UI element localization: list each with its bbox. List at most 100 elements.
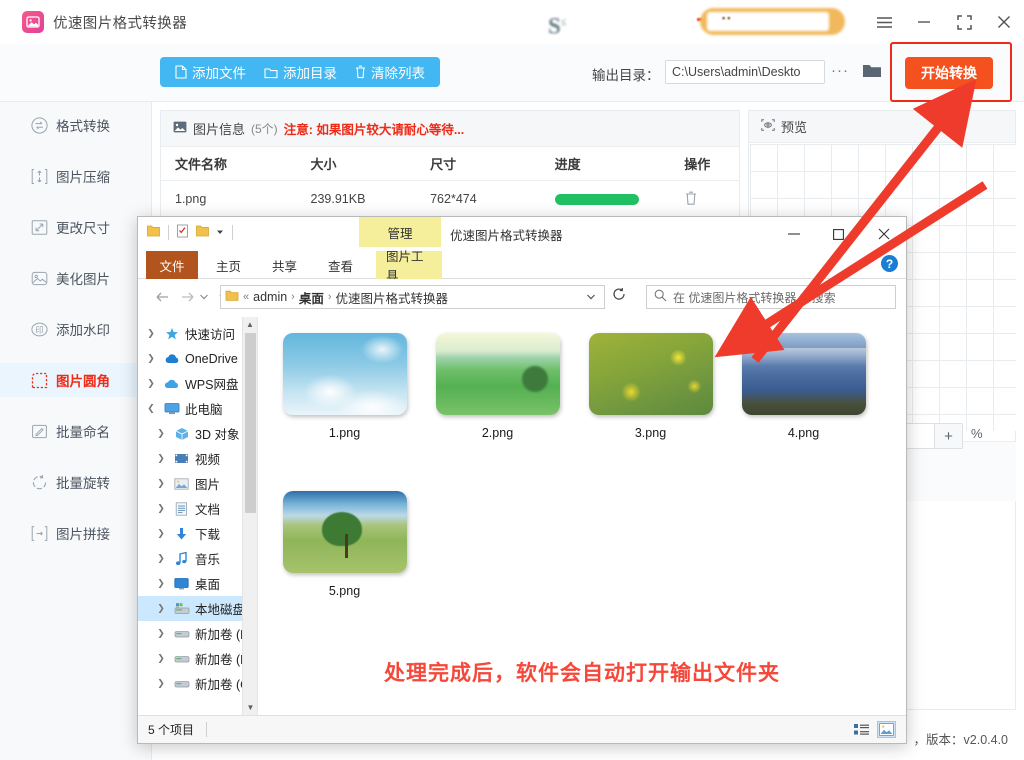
chevron-right-icon[interactable]: ❯ bbox=[154, 503, 168, 514]
file-tile-3[interactable]: 3.png bbox=[574, 323, 727, 481]
new-folder-icon[interactable] bbox=[195, 224, 210, 241]
chevron-down-icon[interactable]: ❮ bbox=[144, 403, 158, 414]
output-dir-input[interactable]: C:\Users\admin\Deskto bbox=[665, 60, 825, 84]
minimize-icon[interactable] bbox=[771, 217, 816, 251]
chevron-right-icon[interactable]: ❯ bbox=[144, 353, 158, 364]
sidebar-item-batch-rename[interactable]: 批量命名 bbox=[0, 414, 152, 448]
clear-list-button[interactable]: 清除列表 bbox=[346, 62, 434, 82]
tab-file[interactable]: 文件 bbox=[146, 251, 198, 279]
nav-item-this-pc[interactable]: ❮ 此电脑 bbox=[138, 396, 257, 421]
folder-icon[interactable] bbox=[146, 224, 161, 241]
nav-item-3d-objects[interactable]: ❯ 3D 对象 bbox=[138, 421, 257, 446]
file-thumbnail bbox=[589, 333, 713, 415]
tab-view[interactable]: 查看 bbox=[318, 251, 363, 279]
sidebar-item-compress[interactable]: 图片压缩 bbox=[0, 159, 152, 193]
chevron-right-icon[interactable]: ❯ bbox=[144, 328, 158, 339]
breadcrumb-current-folder[interactable]: 优速图片格式转换器 bbox=[336, 288, 449, 307]
nav-item-wps-cloud[interactable]: ❯ WPS网盘 bbox=[138, 371, 257, 396]
explorer-status-bar: 5 个项目 bbox=[138, 715, 906, 743]
chevron-right-icon[interactable]: ❯ bbox=[144, 378, 158, 389]
scrollbar-thumb[interactable] bbox=[245, 333, 256, 513]
nav-item-music[interactable]: ❯ 音乐 bbox=[138, 546, 257, 571]
forward-arrow-icon[interactable] bbox=[178, 287, 198, 307]
close-icon[interactable] bbox=[984, 0, 1024, 44]
chevron-right-icon[interactable]: ❯ bbox=[154, 678, 168, 689]
maximize-icon[interactable] bbox=[816, 217, 861, 251]
nav-item-quick-access[interactable]: ❯ 快速访问 bbox=[138, 321, 257, 346]
sidebar-item-resize[interactable]: 更改尺寸 bbox=[0, 210, 152, 244]
sidebar-item-format-convert[interactable]: 格式转换 bbox=[0, 108, 152, 142]
file-tile-1[interactable]: 1.png bbox=[268, 323, 421, 481]
radius-increase-button[interactable]: + bbox=[934, 424, 962, 448]
breadcrumb-admin[interactable]: admin bbox=[253, 290, 287, 304]
sidebar-item-rounded-corner[interactable]: 图片圆角 bbox=[0, 363, 152, 397]
nav-item-onedrive[interactable]: ❯ OneDrive bbox=[138, 346, 257, 371]
nav-item-volume-e[interactable]: ❯ 新加卷 (E:) bbox=[138, 621, 257, 646]
menu-icon[interactable] bbox=[864, 0, 904, 44]
nav-item-documents[interactable]: ❯ 文档 bbox=[138, 496, 257, 521]
breadcrumb-desktop[interactable]: 桌面 bbox=[299, 288, 324, 307]
output-dir-more-button[interactable]: ··· bbox=[831, 62, 849, 79]
nav-item-local-disk-c[interactable]: ❯ 本地磁盘 (C bbox=[138, 596, 257, 621]
sidebar-item-watermark[interactable]: 印 添加水印 bbox=[0, 312, 152, 346]
nav-scrollbar[interactable]: ▲ ▼ bbox=[242, 317, 257, 715]
chevron-right-icon[interactable]: ❯ bbox=[154, 653, 168, 664]
file-tile-2[interactable]: 2.png bbox=[421, 323, 574, 481]
chevron-down-icon[interactable] bbox=[861, 257, 873, 271]
properties-icon[interactable] bbox=[176, 224, 190, 241]
nav-item-volume-g[interactable]: ❯ 新加卷 (G:) bbox=[138, 671, 257, 696]
documents-icon bbox=[173, 502, 190, 516]
nav-item-desktop[interactable]: ❯ 桌面 bbox=[138, 571, 257, 596]
chevron-right-icon[interactable]: ❯ bbox=[154, 528, 168, 539]
trash-icon[interactable] bbox=[684, 195, 698, 209]
cloud-icon bbox=[163, 353, 180, 365]
chevron-right-icon[interactable]: ❯ bbox=[154, 603, 168, 614]
tab-share[interactable]: 共享 bbox=[262, 251, 307, 279]
drive-icon bbox=[173, 653, 190, 665]
nav-item-volume-f[interactable]: ❯ 新加卷 (F:) bbox=[138, 646, 257, 671]
chevron-down-icon[interactable] bbox=[215, 226, 225, 240]
tab-picture-tools[interactable]: 图片工具 bbox=[376, 251, 442, 279]
file-tile-5[interactable]: 5.png bbox=[268, 481, 421, 639]
file-tile-4[interactable]: 4.png bbox=[727, 323, 880, 481]
nav-item-videos[interactable]: ❯ 视频 bbox=[138, 446, 257, 471]
rename-icon bbox=[30, 422, 48, 440]
help-icon[interactable]: ? bbox=[881, 255, 898, 272]
search-input[interactable]: 在 优速图片格式转换器 中搜索 bbox=[646, 285, 896, 309]
percent-label: % bbox=[971, 426, 983, 441]
scroll-down-arrow-icon[interactable]: ▼ bbox=[243, 700, 258, 715]
chevron-down-icon[interactable] bbox=[582, 290, 600, 304]
close-icon[interactable] bbox=[861, 217, 906, 251]
chevron-right-icon[interactable]: ❯ bbox=[154, 478, 168, 489]
nav-item-pictures[interactable]: ❯ 图片 bbox=[138, 471, 257, 496]
folder-open-icon[interactable] bbox=[862, 62, 882, 82]
chevron-right-icon[interactable]: ❯ bbox=[154, 628, 168, 639]
refresh-icon[interactable] bbox=[612, 287, 626, 304]
add-folder-label: 添加目录 bbox=[283, 62, 337, 82]
chevron-right-icon[interactable]: ❯ bbox=[154, 428, 168, 439]
maximize-icon[interactable] bbox=[944, 0, 984, 44]
column-header-size: 大小 bbox=[311, 154, 431, 173]
table-row[interactable]: 1.png 239.91KB 762*474 bbox=[161, 181, 739, 217]
back-arrow-icon[interactable] bbox=[152, 287, 172, 307]
context-tab-group-label[interactable]: 管理 bbox=[359, 217, 441, 247]
sidebar-item-beautify[interactable]: 美化图片 bbox=[0, 261, 152, 295]
minimize-icon[interactable] bbox=[904, 0, 944, 44]
details-view-icon[interactable] bbox=[854, 723, 870, 737]
start-convert-button[interactable]: 开始转换 bbox=[905, 57, 993, 89]
add-file-button[interactable]: 添加文件 bbox=[166, 62, 255, 82]
sidebar-item-stitch[interactable]: 图片拼接 bbox=[0, 516, 152, 550]
chevron-right-icon[interactable]: ❯ bbox=[154, 578, 168, 589]
scroll-up-arrow-icon[interactable]: ▲ bbox=[243, 317, 257, 332]
add-folder-button[interactable]: 添加目录 bbox=[255, 62, 346, 82]
chevron-down-icon[interactable] bbox=[197, 287, 211, 307]
large-icons-view-icon[interactable] bbox=[877, 721, 896, 738]
file-name-label: 3.png bbox=[635, 426, 666, 440]
chevron-right-icon[interactable]: ❯ bbox=[154, 553, 168, 564]
nav-item-downloads[interactable]: ❯ 下载 bbox=[138, 521, 257, 546]
address-input[interactable]: « admin › 桌面 › 优速图片格式转换器 bbox=[220, 285, 605, 309]
vip-banner-text: ▪▪ bbox=[722, 13, 732, 23]
sidebar-item-batch-rotate[interactable]: 批量旋转 bbox=[0, 465, 152, 499]
tab-home[interactable]: 主页 bbox=[206, 251, 251, 279]
chevron-right-icon[interactable]: ❯ bbox=[154, 453, 168, 464]
